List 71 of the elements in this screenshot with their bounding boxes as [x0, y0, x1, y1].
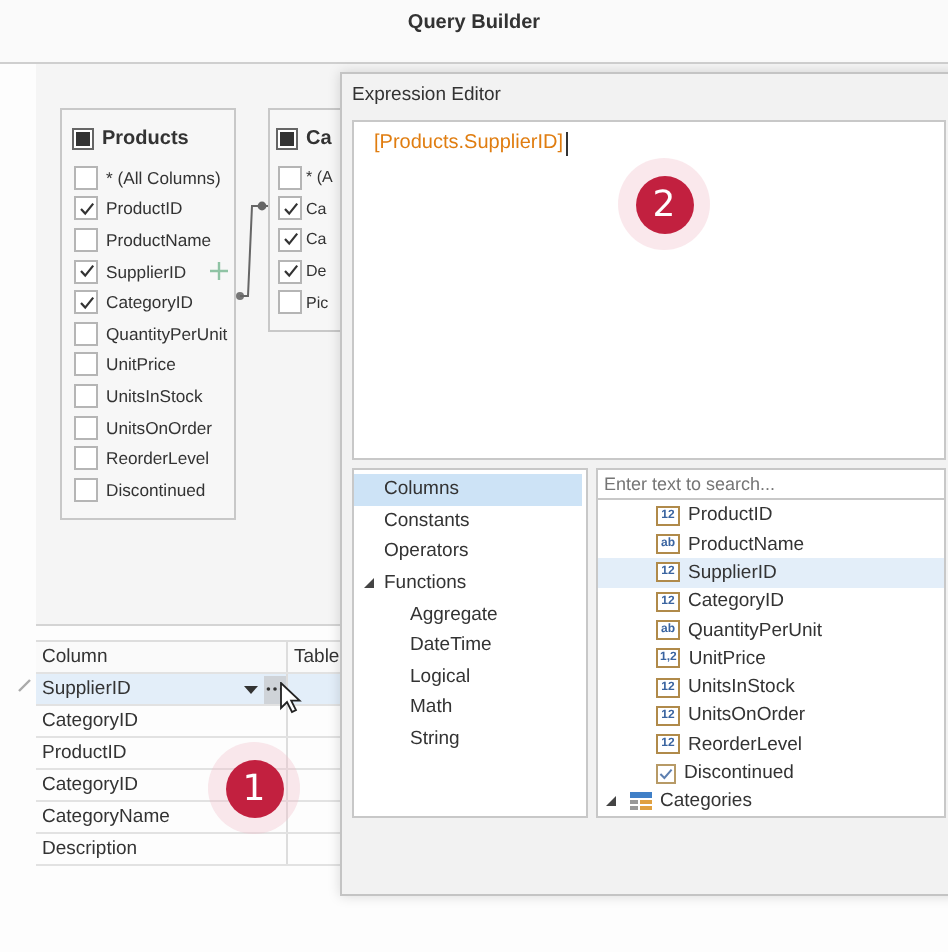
check-icon	[77, 199, 95, 218]
search-field[interactable]: Enter text to search...	[596, 468, 946, 500]
column-label: QuantityPerUnit	[106, 323, 228, 344]
category-item[interactable]: Aggregate	[354, 598, 582, 630]
relation-connector	[236, 196, 268, 304]
checkbox[interactable]	[278, 196, 302, 221]
field-item[interactable]: Categories	[598, 787, 944, 816]
table-icon	[74, 129, 92, 147]
checkbox[interactable]	[74, 446, 98, 471]
table-cell: CategoryName	[42, 806, 170, 828]
table-cell: CategoryID	[42, 774, 139, 796]
category-item[interactable]: DateTime	[354, 629, 582, 662]
mouse-pointer-icon	[280, 682, 302, 714]
table-name: Ca	[306, 127, 332, 149]
plus-icon[interactable]	[210, 262, 229, 281]
expression-text: [Products.SupplierID]	[374, 132, 563, 154]
category-item[interactable]: Math	[354, 692, 582, 724]
table-cell: CategoryID	[42, 710, 139, 732]
checkbox[interactable]	[74, 196, 98, 221]
window-title: Expression Editor	[352, 84, 503, 110]
step-badge: 2	[635, 175, 693, 233]
step-badge: 1	[225, 759, 283, 817]
checkbox[interactable]	[278, 259, 302, 284]
caret-icon[interactable]	[244, 685, 258, 693]
column-label: UnitsInStock	[106, 385, 203, 406]
table-cell: ProductID	[42, 742, 127, 764]
pencil-icon	[18, 678, 32, 692]
checkbox[interactable]	[74, 383, 98, 408]
expand-icon[interactable]	[606, 796, 616, 807]
table-icon	[630, 791, 652, 812]
column-label: Ca	[306, 199, 327, 218]
column-label: CategoryID	[106, 292, 193, 313]
category-item[interactable]: String	[354, 723, 582, 755]
window-title: Query Builder	[407, 12, 541, 34]
checkbox[interactable]	[278, 227, 302, 252]
checkbox[interactable]	[278, 290, 302, 315]
column-label: ReorderLevel	[106, 448, 210, 469]
category-item[interactable]: Functions	[354, 567, 582, 599]
category-item[interactable]: Columns	[354, 474, 582, 506]
checkbox[interactable]	[74, 321, 98, 346]
category-item[interactable]: Constants	[354, 505, 582, 537]
column-label: * (A	[306, 168, 333, 187]
table-icon	[278, 129, 296, 147]
category-item[interactable]: Operators	[354, 536, 582, 568]
table-cell: SupplierID	[42, 678, 131, 700]
expand-icon[interactable]	[364, 577, 374, 588]
column-label: Pic	[306, 293, 329, 312]
checkbox[interactable]	[74, 477, 98, 502]
column-label: * (All Columns)	[106, 167, 221, 188]
category-item[interactable]: Logical	[354, 661, 582, 693]
column-header[interactable]: Column	[36, 642, 288, 672]
checkbox[interactable]	[74, 227, 98, 252]
column-label: UnitsOnOrder	[106, 417, 213, 438]
column-label: ProductID	[106, 198, 183, 219]
checkbox[interactable]	[74, 259, 98, 284]
checkbox[interactable]	[74, 290, 98, 315]
checkbox-type-icon	[656, 763, 676, 784]
column-label: SupplierID	[106, 261, 187, 282]
table-cell: Description	[42, 838, 138, 860]
field-item[interactable]: Discontinued	[598, 758, 944, 788]
checkbox[interactable]	[278, 165, 302, 190]
column-label: Ca	[306, 230, 327, 249]
column-label: UnitPrice	[106, 354, 176, 375]
column-label: ProductName	[106, 229, 212, 250]
column-label: De	[306, 262, 327, 281]
checkbox[interactable]	[74, 352, 98, 377]
table-name: Products	[102, 127, 189, 149]
checkbox[interactable]	[74, 165, 98, 190]
column-label: Discontinued	[106, 479, 206, 500]
checkbox[interactable]	[74, 415, 98, 440]
expression-field[interactable]: [Products.SupplierID] 2	[352, 120, 946, 460]
